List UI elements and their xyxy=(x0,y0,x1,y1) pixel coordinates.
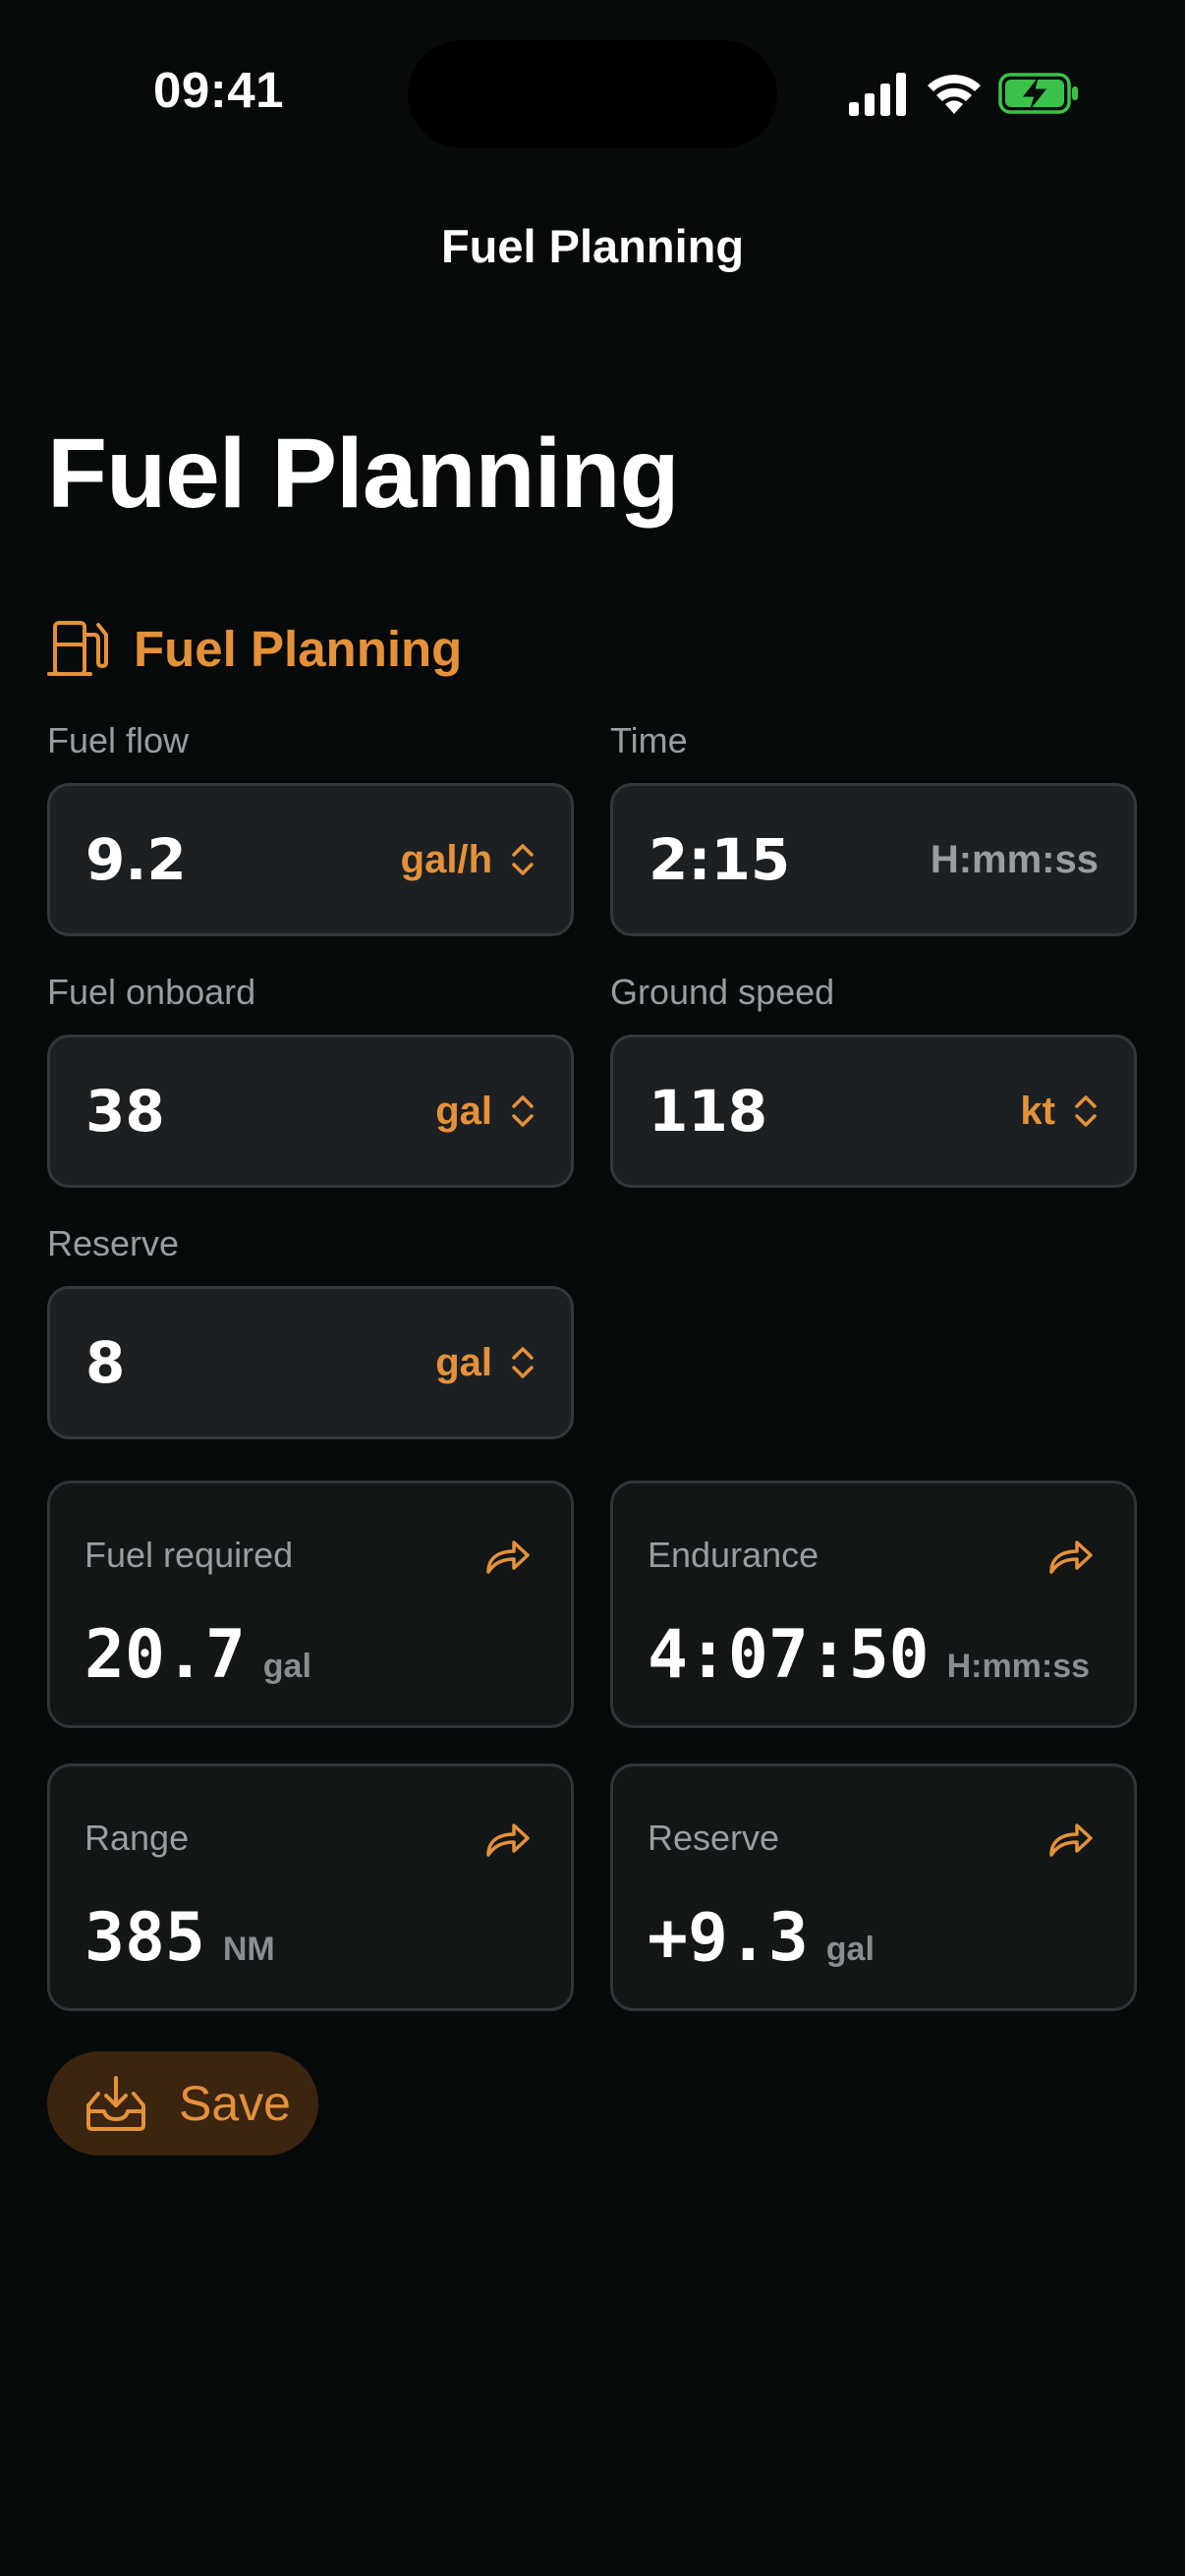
fuel-flow-field[interactable]: 9.2 gal/h xyxy=(47,783,574,936)
reserve-unit-picker[interactable]: gal xyxy=(435,1341,492,1385)
save-button[interactable]: Save xyxy=(47,2051,318,2156)
fuel-flow-unit-picker[interactable]: gal/h xyxy=(401,838,492,882)
fuel-onboard-value[interactable]: 38 xyxy=(85,1078,435,1145)
reserve-label: Reserve xyxy=(47,1223,180,1263)
save-button-label[interactable]: Save xyxy=(179,2075,291,2132)
fuel-required-unit: gal xyxy=(262,1648,311,1685)
reserve-field[interactable]: 8 gal xyxy=(47,1286,574,1439)
ground-speed-value[interactable]: 118 xyxy=(649,1078,1020,1145)
fuel-flow-value[interactable]: 9.2 xyxy=(85,826,401,893)
share-arrow-icon[interactable] xyxy=(484,1535,532,1578)
endurance-label: Endurance xyxy=(648,1535,819,1575)
tray-download-icon xyxy=(86,2076,145,2131)
reserve-result-value: +9.3 xyxy=(648,1899,809,1977)
reserve-result-card: Reserve +9.3 gal xyxy=(610,1764,1137,2011)
range-label: Range xyxy=(85,1818,190,1858)
fuel-pump-icon xyxy=(47,621,108,676)
dynamic-island xyxy=(408,40,777,148)
reserve-value[interactable]: 8 xyxy=(85,1329,435,1396)
section-header: Fuel Planning xyxy=(47,614,462,683)
fuel-onboard-label: Fuel onboard xyxy=(47,972,256,1012)
fuel-required-label: Fuel required xyxy=(85,1535,294,1575)
reserve-result-row: +9.3 gal xyxy=(648,1899,875,1977)
reserve-result-label: Reserve xyxy=(648,1818,780,1858)
chevron-up-down-icon[interactable] xyxy=(510,1092,536,1131)
share-arrow-icon[interactable] xyxy=(1047,1535,1095,1578)
fuel-required-card: Fuel required 20.7 gal xyxy=(47,1481,574,1728)
share-arrow-icon[interactable] xyxy=(1047,1818,1095,1861)
time-field[interactable]: 2:15 H:mm:ss xyxy=(610,783,1137,936)
section-label: Fuel Planning xyxy=(134,620,463,677)
page-title: Fuel Planning xyxy=(47,419,680,529)
battery-charging-icon xyxy=(998,73,1078,114)
fuel-required-row: 20.7 gal xyxy=(85,1616,311,1694)
range-card: Range 385 NM xyxy=(47,1764,574,2011)
time-value[interactable]: 2:15 xyxy=(649,826,931,893)
chevron-up-down-icon[interactable] xyxy=(1073,1092,1099,1131)
time-label: Time xyxy=(610,720,688,760)
wifi-icon xyxy=(928,75,981,114)
ground-speed-label: Ground speed xyxy=(610,972,835,1012)
fuel-onboard-field[interactable]: 38 gal xyxy=(47,1035,574,1188)
reserve-result-unit: gal xyxy=(825,1931,875,1968)
ground-speed-unit-picker[interactable]: kt xyxy=(1020,1090,1055,1134)
endurance-value: 4:07:50 xyxy=(648,1616,930,1694)
endurance-row: 4:07:50 H:mm:ss xyxy=(648,1616,1090,1694)
fuel-flow-label: Fuel flow xyxy=(47,720,190,760)
chevron-up-down-icon[interactable] xyxy=(510,1343,536,1382)
status-time: 09:41 xyxy=(153,62,284,118)
share-arrow-icon[interactable] xyxy=(484,1818,532,1861)
chevron-up-down-icon[interactable] xyxy=(510,840,536,879)
ground-speed-field[interactable]: 118 kt xyxy=(610,1035,1137,1188)
endurance-unit: H:mm:ss xyxy=(946,1648,1091,1685)
range-row: 385 NM xyxy=(85,1899,275,1977)
cellular-signal-icon xyxy=(849,73,906,116)
fuel-onboard-unit-picker[interactable]: gal xyxy=(435,1090,492,1134)
fuel-required-value: 20.7 xyxy=(85,1616,246,1694)
nav-title: Fuel Planning xyxy=(440,220,745,272)
range-value: 385 xyxy=(85,1899,205,1977)
range-unit: NM xyxy=(222,1931,275,1968)
time-unit: H:mm:ss xyxy=(930,837,1099,881)
endurance-card: Endurance 4:07:50 H:mm:ss xyxy=(610,1481,1137,1728)
